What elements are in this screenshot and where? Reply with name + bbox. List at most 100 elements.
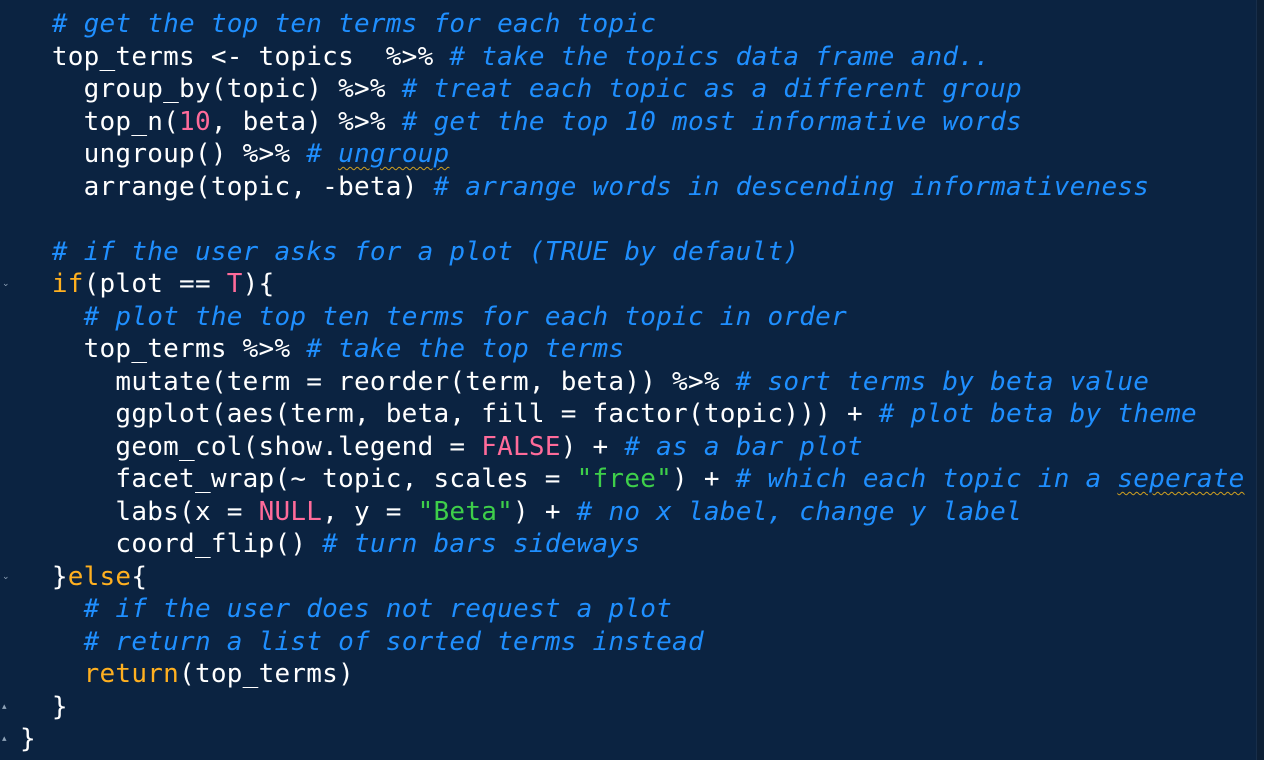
code-text: }	[51, 691, 68, 722]
fold-collapse-icon[interactable]: ⌄	[2, 572, 12, 582]
fold-end-icon[interactable]: ▴	[2, 702, 12, 712]
code-editor[interactable]: ⌄ ⌄ ▴ ▴ # get the top ten terms for each to…	[0, 0, 1264, 760]
code-text: labs(x =	[115, 496, 259, 527]
code-line[interactable]: top_terms <- topics %>% # take the topic…	[20, 41, 990, 73]
fold-collapse-icon[interactable]: ⌄	[2, 279, 12, 289]
code-comment: # get the top 10 most informative words	[401, 106, 1022, 137]
code-line[interactable]: labs(x = NULL, y = "Beta") + # no x labe…	[20, 496, 1022, 528]
code-line[interactable]: coord_flip() # turn bars sideways	[20, 528, 640, 560]
code-constant: NULL	[258, 496, 323, 527]
code-comment: # as a bar plot	[624, 431, 863, 462]
vertical-scrollbar[interactable]	[1256, 0, 1264, 760]
code-comment: # return a list of sorted terms instead	[83, 626, 704, 657]
code-line[interactable]: group_by(topic) %>% # treat each topic a…	[20, 73, 1022, 105]
code-text: (plot ==	[83, 269, 227, 299]
code-string: "Beta"	[417, 496, 514, 527]
code-comment: # no x label, change y label	[576, 496, 1022, 527]
code-line[interactable]: mutate(term = reorder(term, beta)) %>% #…	[20, 366, 1149, 398]
code-line[interactable]: # return a list of sorted terms instead	[20, 626, 704, 658]
code-comment: #	[306, 139, 339, 169]
code-text: coord_flip()	[115, 529, 323, 559]
code-text: }	[51, 561, 68, 592]
code-comment: # sort terms by beta value	[735, 366, 1150, 397]
code-text: top_terms %>%	[83, 334, 307, 364]
code-keyword: if	[51, 269, 84, 299]
code-line[interactable]: top_n(10, beta) %>% # get the top 10 mos…	[20, 106, 1022, 138]
code-text: (top_terms)	[179, 659, 354, 689]
code-text: ){	[242, 269, 275, 299]
code-text: ggplot(aes(term, beta, fill = factor(top…	[115, 399, 879, 429]
code-comment: # treat each topic as a different group	[401, 74, 1022, 104]
code-text: }	[20, 724, 36, 754]
code-comment: ungroup	[338, 139, 450, 169]
code-text: top_n(	[83, 106, 180, 137]
fold-gutter: ⌄ ⌄ ▴ ▴	[0, 0, 16, 760]
code-comment: # arrange words in descending informativ…	[433, 171, 1150, 202]
code-line[interactable]: top_terms %>% # take the top terms	[20, 333, 624, 365]
code-line[interactable]: return(top_terms)	[20, 658, 354, 690]
code-comment: # if the user does not request a plot	[83, 594, 673, 624]
code-comment: # get the top ten terms for each topic	[51, 9, 657, 39]
code-text: geom_col(show.legend =	[115, 431, 482, 462]
code-text: group_by(topic) %>%	[83, 74, 402, 104]
code-line[interactable]: ungroup() %>% # ungroup	[20, 138, 450, 170]
code-comment: # which each topic in a	[735, 464, 1118, 494]
code-line[interactable]: }	[20, 723, 36, 755]
code-line[interactable]: # plot the top ten terms for each topic …	[20, 301, 847, 333]
code-string: "free"	[576, 464, 673, 494]
fold-end-icon[interactable]: ▴	[2, 734, 12, 744]
code-line[interactable]: # get the top ten terms for each topic	[20, 8, 656, 40]
code-constant: 10	[179, 106, 211, 137]
code-text: mutate(term = reorder(term, beta)) %>%	[115, 366, 736, 397]
code-line[interactable]: facet_wrap(~ topic, scales = "free") + #…	[20, 463, 1245, 495]
code-text: ungroup() %>%	[83, 139, 307, 169]
code-comment: # plot the top ten terms for each topic …	[83, 301, 847, 332]
code-comment: seperate	[1117, 464, 1245, 494]
code-text: ) +	[672, 464, 736, 494]
code-keyword: else	[67, 561, 132, 592]
code-line[interactable]: # if the user asks for a plot (TRUE by d…	[20, 236, 799, 268]
code-comment: # plot beta by theme	[878, 399, 1197, 429]
code-comment: # take the topics data frame and..	[449, 41, 991, 72]
code-constant: T	[226, 269, 243, 299]
code-line[interactable]: }	[20, 691, 68, 723]
code-text: ) +	[513, 496, 577, 527]
code-comment: # turn bars sideways	[322, 529, 641, 559]
code-comment: # take the top terms	[306, 334, 625, 364]
code-line[interactable]: }else{	[20, 561, 147, 593]
code-text: arrange(topic, -beta)	[83, 171, 434, 202]
code-text: top_terms <- topics %>%	[51, 41, 450, 72]
code-line[interactable]: ggplot(aes(term, beta, fill = factor(top…	[20, 398, 1197, 430]
code-comment: # if the user asks for a plot (TRUE by d…	[51, 236, 800, 267]
code-text: , y =	[322, 496, 418, 527]
code-text: {	[131, 561, 148, 592]
code-text: facet_wrap(~ topic, scales =	[115, 464, 577, 494]
code-line[interactable]: # if the user does not request a plot	[20, 593, 672, 625]
code-constant: FALSE	[481, 431, 561, 462]
code-line[interactable]: arrange(topic, -beta) # arrange words in…	[20, 171, 1149, 203]
code-text: , beta) %>%	[210, 106, 402, 137]
code-line[interactable]: geom_col(show.legend = FALSE) + # as a b…	[20, 431, 863, 463]
code-keyword: return	[83, 659, 180, 689]
code-line[interactable]: if(plot == T){	[20, 268, 274, 300]
